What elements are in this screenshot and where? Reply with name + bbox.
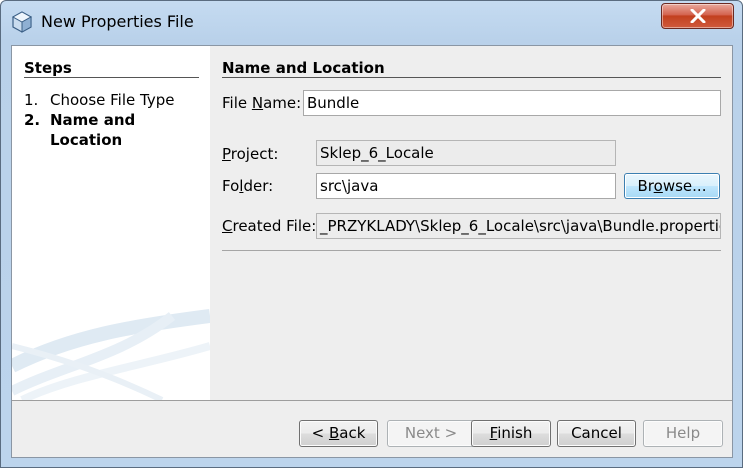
project-label-mnemonic: P — [222, 145, 231, 163]
file-name-label-post: ame: — [263, 94, 302, 112]
netbeans-cube-icon — [11, 11, 33, 33]
content-divider — [222, 250, 721, 251]
back-label-pre: < — [311, 424, 329, 442]
folder-label-post: der: — [243, 177, 274, 195]
cancel-button[interactable]: Cancel — [557, 420, 636, 447]
finish-button[interactable]: Finish — [471, 420, 551, 447]
folder-label: Folder: — [222, 177, 273, 195]
steps-panel: Steps 1. Choose File Type 2. Name and Lo… — [12, 46, 210, 400]
back-button[interactable]: < Back — [299, 420, 378, 447]
project-field: Sklep_6_Locale — [316, 140, 616, 166]
step-number: 2. — [24, 111, 41, 129]
close-icon — [690, 9, 706, 23]
title-bar[interactable]: New Properties File — [1, 1, 742, 41]
file-name-label: File Name: — [222, 94, 301, 112]
finish-label-post: inish — [497, 424, 533, 442]
steps-heading: Steps — [24, 59, 72, 77]
close-button[interactable] — [661, 3, 734, 29]
button-bar-divider — [12, 400, 732, 401]
help-button[interactable]: Help — [643, 420, 723, 447]
created-file-field: _PRZYKLADY\Sklep_6_Locale\src\java\Bundl… — [316, 213, 721, 239]
section-heading: Name and Location — [222, 59, 385, 77]
file-name-label-pre: File — [222, 94, 252, 112]
back-label-post: ack — [339, 424, 366, 442]
window-title: New Properties File — [41, 12, 194, 31]
dialog-window: New Properties File Steps 1. Choose File… — [0, 0, 743, 468]
section-divider — [222, 77, 721, 78]
back-label-mnemonic: B — [328, 424, 340, 442]
name-location-panel: Name and Location File Name: Bundle Proj… — [210, 46, 732, 400]
project-label: Project: — [222, 145, 278, 163]
file-name-input[interactable]: Bundle — [303, 90, 721, 116]
created-file-label: Created File: — [222, 217, 316, 235]
step-number: 1. — [24, 91, 39, 109]
browse-button[interactable]: Browse... — [624, 173, 720, 199]
decorative-swoosh-graphic — [12, 309, 210, 400]
file-name-label-mnemonic: N — [251, 94, 264, 112]
next-button[interactable]: Next > — [387, 420, 475, 447]
step-label: Choose File Type — [50, 91, 175, 109]
project-label-post: roject: — [230, 145, 279, 163]
created-file-label-mnemonic: C — [222, 217, 233, 235]
browse-label-post: wse... — [662, 177, 707, 195]
browse-label-pre: Br — [637, 177, 654, 195]
steps-divider — [24, 77, 199, 78]
folder-label-pre: Fo — [222, 177, 240, 195]
created-file-label-post: reated File: — [232, 217, 317, 235]
folder-input[interactable]: src\java — [316, 173, 616, 199]
dialog-client-area: Steps 1. Choose File Type 2. Name and Lo… — [11, 45, 733, 458]
step-label: Name and Location — [50, 111, 136, 149]
browse-label-mnemonic: o — [653, 177, 663, 195]
